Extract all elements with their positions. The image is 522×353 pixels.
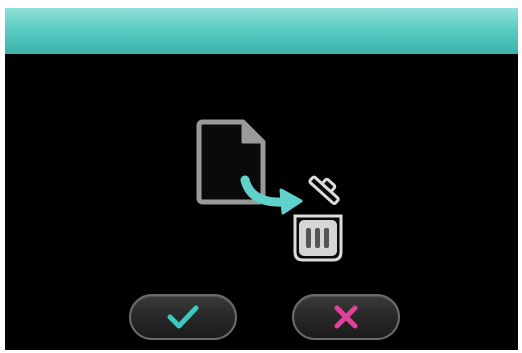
confirm-button[interactable] <box>129 294 237 340</box>
delete-file-illustration <box>196 119 343 262</box>
device-screen <box>5 8 518 350</box>
checkmark-icon <box>167 305 199 329</box>
cross-icon <box>334 305 358 329</box>
title-bar <box>5 8 518 54</box>
trash-bin-icon <box>293 175 343 262</box>
cancel-button[interactable] <box>292 294 400 340</box>
